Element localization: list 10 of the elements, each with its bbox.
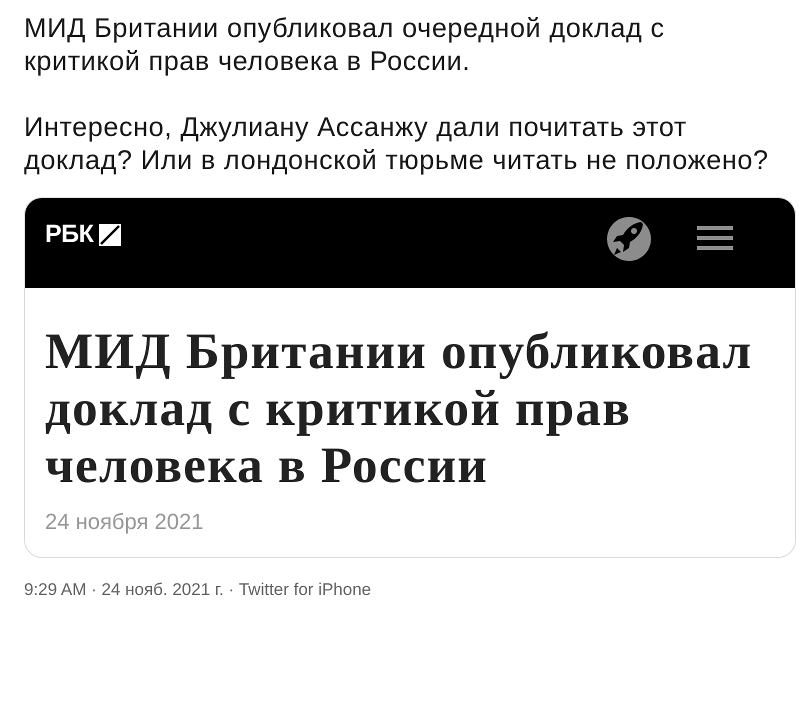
link-card[interactable]: РБК МИД Британии опубликовал доклад с критикой прав человека в России 24 ноября 2021	[24, 197, 796, 558]
tweet-text: МИД Британии опубликовал очередной доклад с критикой прав человека в России.	[24, 12, 666, 78]
menu-icon[interactable]	[697, 224, 733, 252]
tweet-text: Интересно, Джулиану Ассанжу дали почитать этот доклад? Или в лондонской тюрьме читать не положено?	[24, 111, 770, 177]
rocket-icon[interactable]	[605, 214, 653, 262]
article-date: 24 ноября 2021	[45, 509, 204, 535]
article-headline: МИД Британии опубликовал доклад с критикой прав человека в России	[45, 324, 754, 495]
site-logo: РБК	[45, 220, 94, 249]
tweet-timestamp: 9:29 AM · 24 нояб. 2021 г. · Twitter for iPhone	[24, 580, 372, 600]
logo-mark-icon	[99, 224, 122, 246]
